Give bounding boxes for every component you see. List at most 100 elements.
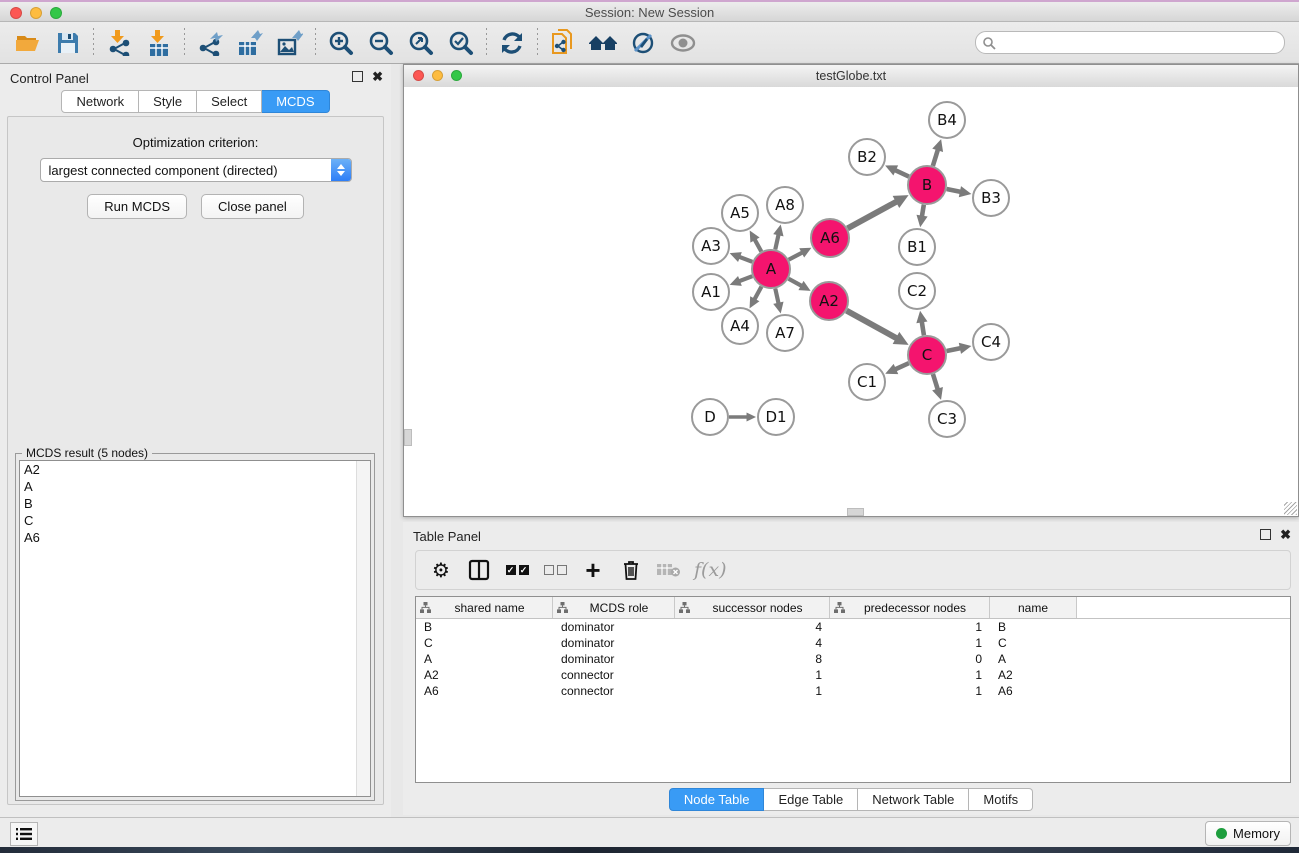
graph-edge-B-B4[interactable]: [933, 149, 938, 166]
graph-edge-A-A6[interactable]: [789, 252, 803, 260]
criterion-dropdown[interactable]: largest connected component (directed): [40, 158, 352, 182]
graph-edge-C-C1[interactable]: [895, 363, 909, 369]
delete-column-button[interactable]: [614, 555, 648, 585]
function-builder-button[interactable]: f(x): [694, 559, 727, 581]
table-cell[interactable]: A: [416, 652, 553, 666]
graph-edge-B-B1[interactable]: [922, 205, 924, 217]
table-cell[interactable]: connector: [553, 684, 675, 698]
tab-network-table[interactable]: Network Table: [858, 788, 969, 811]
canvas-hscroll-thumb[interactable]: [847, 508, 864, 516]
graph-edge-C-C3[interactable]: [933, 374, 938, 390]
column-header-shared-name[interactable]: shared name: [416, 597, 553, 618]
graph-edge-C-C4[interactable]: [947, 348, 962, 351]
table-cell[interactable]: dominator: [553, 652, 675, 666]
show-columns-button[interactable]: [462, 555, 496, 585]
tab-motifs[interactable]: Motifs: [969, 788, 1033, 811]
save-session-button[interactable]: [48, 26, 88, 60]
open-session-button[interactable]: [8, 26, 48, 60]
mcds-result-item[interactable]: A6: [20, 529, 370, 546]
table-cell[interactable]: A2: [416, 668, 553, 682]
table-settings-button[interactable]: ⚙: [424, 555, 458, 585]
delete-table-button[interactable]: [652, 555, 686, 585]
tab-mcds[interactable]: MCDS: [262, 90, 329, 113]
tab-network[interactable]: Network: [61, 90, 139, 113]
table-row[interactable]: Adominator80A: [416, 651, 1290, 667]
column-header-MCDS-role[interactable]: MCDS role: [553, 597, 675, 618]
table-row[interactable]: A6connector11A6: [416, 683, 1290, 699]
network-window-titlebar[interactable]: testGlobe.txt: [404, 65, 1298, 88]
tab-node-table[interactable]: Node Table: [669, 788, 765, 811]
table-cell[interactable]: A6: [990, 684, 1077, 698]
zoom-in-button[interactable]: [321, 26, 361, 60]
column-header-successor-nodes[interactable]: successor nodes: [675, 597, 830, 618]
tab-style[interactable]: Style: [139, 90, 197, 113]
network-graph[interactable]: B4B2BB3A8A5A6A3B1AC2A1A2A4A7C4CC1DD1C3: [404, 87, 1298, 516]
table-cell[interactable]: A: [990, 652, 1077, 666]
graph-edge-A-A8[interactable]: [775, 234, 778, 250]
task-history-button[interactable]: [10, 822, 38, 846]
search-input[interactable]: [996, 35, 1278, 51]
graph-edge-B-B3[interactable]: [947, 189, 962, 192]
graph-edge-A-A1[interactable]: [739, 276, 753, 281]
table-cell[interactable]: 1: [830, 668, 990, 682]
search-field[interactable]: [975, 31, 1285, 54]
hide-annotations-button[interactable]: [623, 26, 663, 60]
tab-select[interactable]: Select: [197, 90, 262, 113]
table-row[interactable]: Cdominator41C: [416, 635, 1290, 651]
table-cell[interactable]: 1: [675, 668, 830, 682]
zoom-fit-button[interactable]: [401, 26, 441, 60]
table-cell[interactable]: A2: [990, 668, 1077, 682]
export-table-button[interactable]: [230, 26, 270, 60]
table-cell[interactable]: dominator: [553, 636, 675, 650]
column-header-predecessor-nodes[interactable]: predecessor nodes: [830, 597, 990, 618]
mcds-result-item[interactable]: B: [20, 495, 370, 512]
graph-edge-A-A4[interactable]: [754, 287, 761, 301]
table-cell[interactable]: 4: [675, 620, 830, 634]
table-cell[interactable]: 0: [830, 652, 990, 666]
column-header-name[interactable]: name: [990, 597, 1077, 618]
table-cell[interactable]: 1: [830, 636, 990, 650]
graph-edge-A-A3[interactable]: [739, 257, 753, 262]
close-panel-button[interactable]: Close panel: [201, 194, 304, 219]
zoom-selected-button[interactable]: [441, 26, 481, 60]
show-hide-panel-button[interactable]: [663, 26, 703, 60]
network-file-button[interactable]: [543, 26, 583, 60]
table-cell[interactable]: dominator: [553, 620, 675, 634]
table-cell[interactable]: B: [990, 620, 1077, 634]
table-cell[interactable]: 1: [830, 684, 990, 698]
graph-edge-C-C2[interactable]: [922, 321, 924, 335]
table-row[interactable]: Bdominator41B: [416, 619, 1290, 635]
table-cell[interactable]: connector: [553, 668, 675, 682]
network-canvas[interactable]: B4B2BB3A8A5A6A3B1AC2A1A2A4A7C4CC1DD1C3: [404, 87, 1298, 516]
deselect-all-columns-button[interactable]: [538, 555, 572, 585]
mcds-result-item[interactable]: A: [20, 478, 370, 495]
graph-edge-A6-B[interactable]: [848, 201, 898, 228]
graph-edge-A-A7[interactable]: [775, 289, 778, 305]
table-cell[interactable]: C: [416, 636, 553, 650]
float-table-panel-icon[interactable]: [1260, 529, 1271, 540]
table-cell[interactable]: 4: [675, 636, 830, 650]
node-table[interactable]: shared nameMCDS rolesuccessor nodesprede…: [415, 596, 1291, 783]
table-cell[interactable]: A6: [416, 684, 553, 698]
memory-button[interactable]: Memory: [1205, 821, 1291, 846]
table-cell[interactable]: C: [990, 636, 1077, 650]
export-network-button[interactable]: [190, 26, 230, 60]
graph-edge-A-A2[interactable]: [789, 279, 803, 287]
add-column-button[interactable]: +: [576, 555, 610, 585]
mcds-result-list[interactable]: A2ABCA6: [19, 460, 371, 797]
table-cell[interactable]: 1: [675, 684, 830, 698]
window-resize-grip[interactable]: [1284, 502, 1297, 515]
run-mcds-button[interactable]: Run MCDS: [87, 194, 187, 219]
graph-edge-A2-C[interactable]: [847, 311, 898, 339]
graph-edge-A-A5[interactable]: [754, 239, 761, 252]
refresh-button[interactable]: [492, 26, 532, 60]
table-row[interactable]: A2connector11A2: [416, 667, 1290, 683]
import-network-button[interactable]: [99, 26, 139, 60]
result-scrollbar[interactable]: [356, 461, 370, 796]
import-table-button[interactable]: [139, 26, 179, 60]
select-all-columns-button[interactable]: ✓✓: [500, 555, 534, 585]
table-cell[interactable]: B: [416, 620, 553, 634]
table-cell[interactable]: 1: [830, 620, 990, 634]
tab-edge-table[interactable]: Edge Table: [764, 788, 858, 811]
canvas-vscroll-thumb[interactable]: [404, 429, 412, 446]
